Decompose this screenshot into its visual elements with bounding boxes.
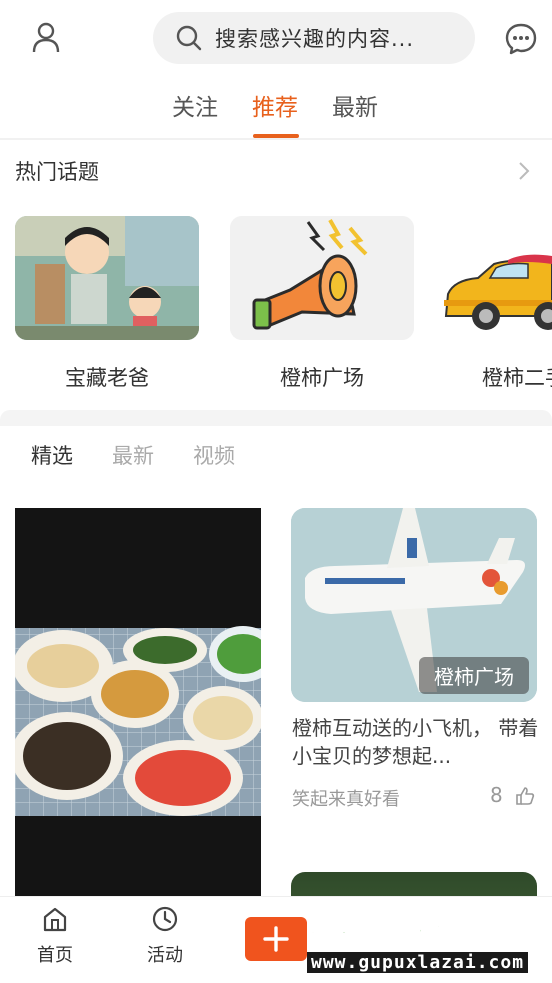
add-post-button[interactable]: [245, 917, 307, 961]
subtab-latest[interactable]: 最新: [112, 440, 154, 470]
topic-image-car: [444, 216, 552, 340]
home-icon: [43, 907, 67, 932]
tab-latest[interactable]: 最新: [332, 88, 378, 122]
nav-activity-label: 活动: [147, 945, 183, 966]
search-icon: [176, 25, 202, 51]
nav-home[interactable]: 首页: [15, 905, 95, 967]
thumbs-up-icon[interactable]: [515, 786, 535, 806]
topic-card-chengshi-secondhand[interactable]: 橙柿二手: [444, 216, 552, 390]
subtab-video[interactable]: 视频: [193, 440, 235, 470]
watermark: 谷普软件园 www.gupuxlazai.com: [303, 896, 550, 978]
topic-label: 橙柿广场: [280, 366, 364, 390]
search-placeholder: 搜索感兴趣的内容...: [215, 27, 415, 51]
user-icon: [32, 22, 60, 53]
topic-image-cartoon: [15, 216, 199, 340]
divider: [0, 138, 552, 140]
food-photo: [15, 508, 261, 903]
top-bar: 搜索感兴趣的内容...: [0, 0, 552, 78]
clock-icon: [152, 906, 178, 932]
topic-card-chengshi-square[interactable]: 橙柿广场: [230, 216, 414, 390]
search-bar[interactable]: 搜索感兴趣的内容...: [153, 12, 475, 64]
topic-label: 宝藏老爸: [65, 366, 149, 390]
main-tabs: 关注 推荐 最新: [0, 78, 552, 138]
subtab-featured[interactable]: 精选: [31, 440, 73, 470]
plus-icon: [263, 926, 289, 952]
topic-label: 橙柿二手: [482, 366, 552, 390]
topic-card-treasure-dad[interactable]: 宝藏老爸: [15, 216, 199, 390]
tab-follow[interactable]: 关注: [172, 88, 218, 122]
chevron-right-icon[interactable]: [514, 160, 534, 182]
hot-topics-title: 热门话题: [15, 160, 99, 184]
post-author[interactable]: 笑起来真好看: [292, 785, 400, 811]
nav-activity[interactable]: 活动: [125, 905, 205, 967]
message-icon[interactable]: [504, 22, 538, 56]
watermark-url: www.gupuxlazai.com: [307, 952, 529, 973]
feed-card-food[interactable]: [15, 508, 261, 903]
feed-card-airplane-image[interactable]: 橙柿广场: [291, 508, 537, 702]
section-separator: [0, 410, 552, 426]
like-count: 8: [490, 783, 503, 807]
profile-button[interactable]: [28, 18, 64, 58]
topic-tag[interactable]: 橙柿广场: [419, 657, 529, 694]
tab-recommend[interactable]: 推荐: [252, 88, 298, 122]
post-description[interactable]: 橙柿互动送的小飞机， 带着小宝贝的梦想起...: [292, 714, 540, 770]
topic-image-megaphone: [230, 216, 414, 340]
watermark-logo-text: 谷普软件园: [308, 907, 519, 955]
nav-home-label: 首页: [37, 945, 73, 966]
